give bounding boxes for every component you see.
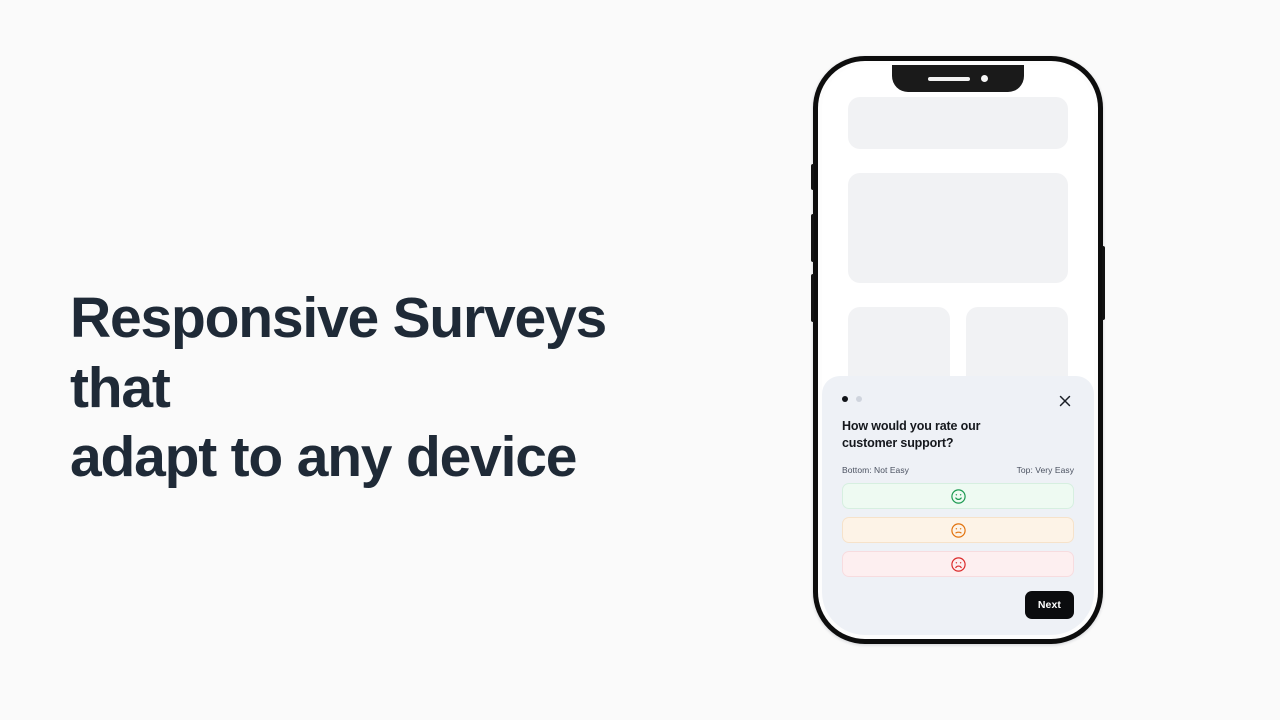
power-button[interactable] bbox=[1102, 246, 1105, 320]
rating-option-neutral[interactable] bbox=[842, 517, 1074, 543]
headline-line-1: Responsive Surveys that bbox=[70, 286, 607, 420]
rating-options bbox=[842, 483, 1074, 577]
phone-screen: How would you rate our customer support?… bbox=[822, 65, 1094, 635]
rating-option-happy[interactable] bbox=[842, 483, 1074, 509]
survey-card-footer: Next bbox=[842, 591, 1074, 619]
volume-down-button[interactable] bbox=[811, 274, 814, 322]
skeleton-content bbox=[822, 97, 1094, 403]
close-icon[interactable] bbox=[1056, 392, 1074, 410]
phone-mockup: How would you rate our customer support?… bbox=[811, 56, 1105, 644]
rating-option-sad[interactable] bbox=[842, 551, 1074, 577]
smiley-happy-icon bbox=[950, 488, 967, 505]
front-camera-icon bbox=[981, 75, 988, 82]
scale-label-high: Top: Very Easy bbox=[1016, 465, 1074, 475]
next-button[interactable]: Next bbox=[1024, 591, 1074, 619]
smiley-sad-icon bbox=[950, 556, 967, 573]
survey-card: How would you rate our customer support?… bbox=[822, 375, 1094, 635]
survey-card-header bbox=[842, 394, 1074, 410]
skeleton-bar bbox=[848, 97, 1068, 149]
progress-dots bbox=[842, 394, 862, 402]
headline-line-2: adapt to any device bbox=[70, 425, 577, 490]
survey-question: How would you rate our customer support? bbox=[842, 418, 981, 451]
speaker-slot-icon bbox=[928, 76, 970, 81]
phone-notch bbox=[892, 65, 1024, 92]
silent-switch[interactable] bbox=[811, 164, 814, 190]
progress-dot-2 bbox=[856, 395, 862, 402]
phone-frame: How would you rate our customer support?… bbox=[811, 56, 1105, 644]
skeleton-block bbox=[848, 173, 1068, 283]
scale-labels: Bottom: Not Easy Top: Very Easy bbox=[842, 465, 1074, 475]
phone-bezel: How would you rate our customer support?… bbox=[818, 61, 1098, 639]
page-title: Responsive Surveys that adapt to any dev… bbox=[70, 284, 720, 493]
volume-up-button[interactable] bbox=[811, 214, 814, 262]
smiley-neutral-icon bbox=[950, 522, 967, 539]
scale-label-low: Bottom: Not Easy bbox=[842, 465, 909, 475]
progress-dot-1 bbox=[842, 395, 848, 402]
